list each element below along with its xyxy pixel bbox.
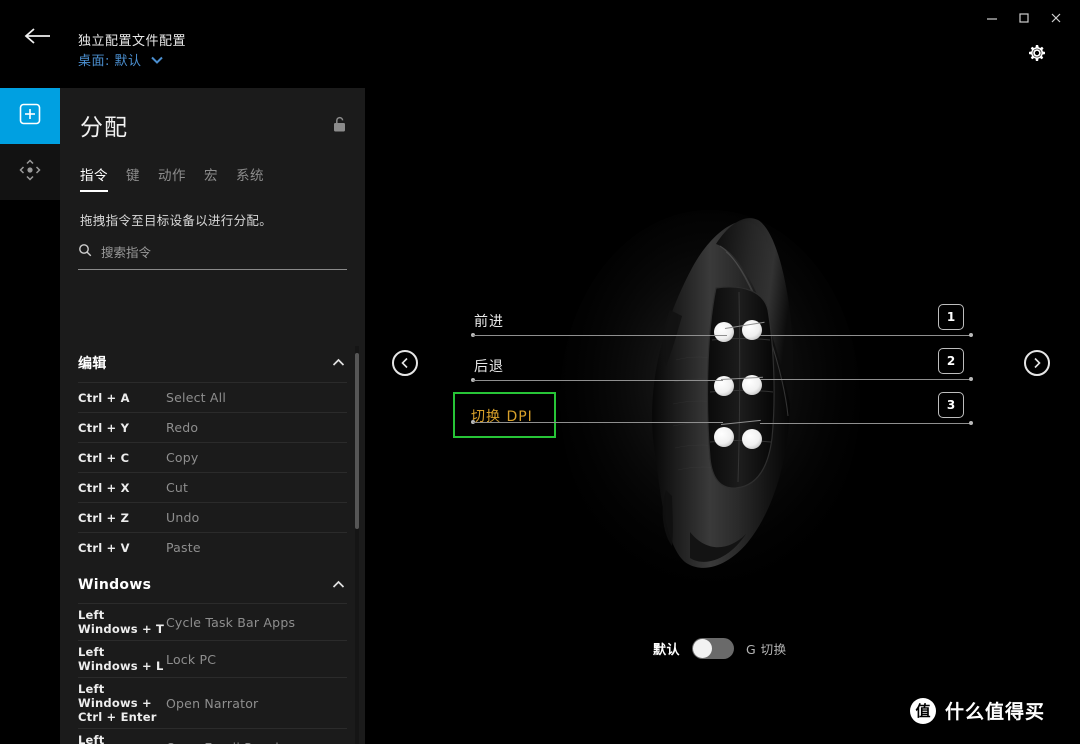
callout-label: 前进 [474,314,504,330]
panel-header: 分配 [60,88,365,142]
watermark-text: 什么值得买 [945,701,1046,723]
shortcut-action: Paste [166,540,201,555]
list-item[interactable]: Ctrl + C Copy [78,442,347,472]
callout-line [473,380,723,381]
g-shift-toggle-row: 默认 G 切换 [653,638,787,659]
list-item[interactable]: Ctrl + X Cut [78,472,347,502]
icon-rail [0,88,60,200]
toggle-default-label: 默认 [653,643,681,658]
group-header-edit[interactable]: 编辑 [78,339,347,382]
shortcut-key: Ctrl + X [78,480,130,495]
panel-title: 分配 [80,115,128,141]
shortcut-action: Lock PC [166,651,217,667]
list-item[interactable]: Left Windows + Ctrl + Enter Open Narrato… [78,677,347,728]
shortcut-action: Redo [166,420,199,435]
dpi-crosshair-icon [16,156,44,189]
search-icon [78,243,92,262]
shortcut-action: Cut [166,480,189,495]
tab-keys[interactable]: 键 [126,164,140,192]
g-shift-toggle[interactable] [692,638,735,659]
shortcut-action: Open Narrator [166,695,259,711]
callout-line [760,335,972,336]
shortcut-action: Copy [166,450,199,465]
shortcut-action: Undo [166,510,200,525]
list-item[interactable]: Left Windows + L Lock PC [78,640,347,677]
search-input[interactable] [101,245,347,260]
callout-label: 切换 DPI [471,409,533,425]
callout-dot [969,421,973,425]
callout-label: 后退 [474,359,504,375]
shortcut-action: Select All [166,390,227,405]
list-item[interactable]: Ctrl + Y Redo [78,412,347,442]
chevron-right-circle-icon[interactable] [1024,350,1050,376]
callout-line [473,422,723,423]
callout-dot [969,333,973,337]
unlocked-padlock-icon[interactable] [332,116,347,138]
chevron-left-circle-icon[interactable] [392,350,418,376]
watermark: 值 什么值得买 [910,697,1045,724]
shortcut-key: Left Windows + L [78,645,164,673]
page-title: 独立配置文件配置 [78,34,187,49]
profile-label: 桌面: 默认 [78,53,142,69]
chevron-up-icon [332,354,345,372]
panel-tabs: 指令 键 动作 宏 系统 [60,142,365,192]
shortcut-key: Ctrl + V [78,540,130,555]
tab-system[interactable]: 系统 [236,164,264,192]
chevron-down-icon [150,52,164,70]
callout-number-badge: 1 [938,304,964,330]
shortcut-action: Open Emoji Panel [166,740,279,744]
device-stage: 前进 后退 切换 DPI 1 2 3 默认 G 切换 [365,0,1080,744]
list-item[interactable]: Left Windows + T Cycle Task Bar Apps [78,603,347,640]
tab-actions[interactable]: 动作 [158,164,186,192]
shortcut-key: Ctrl + Y [78,420,130,435]
list-item[interactable]: Ctrl + V Paste [78,532,347,562]
list-item[interactable]: Left Windows + . Open Emoji Panel [78,728,347,744]
callout-line [473,335,727,336]
sidebar-item-dpi-sensitivity[interactable] [0,144,60,200]
callout-number-badge: 3 [938,392,964,418]
commands-list: 编辑 Ctrl + A Select All Ctrl + Y Redo Ctr… [60,339,365,744]
group-title: Windows [78,577,152,593]
assignments-panel: 分配 指令 键 动作 宏 系统 拖拽指令至目标设备以进行分配。 搜索指令 编辑 … [60,88,365,744]
callout-dot [969,377,973,381]
shortcut-key: Left Windows + . [78,733,105,744]
tab-commands[interactable]: 指令 [80,164,108,192]
shortcut-key: Left Windows + T [78,608,165,636]
profile-selector[interactable]: 桌面: 默认 [78,52,186,70]
watermark-badge: 值 [910,697,936,724]
list-item[interactable]: Ctrl + Z Undo [78,502,347,532]
shortcut-key: Left Windows + Ctrl + Enter [78,682,157,724]
app-window: 独立配置文件配置 桌面: 默认 分配 指令 键 动作 宏 系统 拖拽指令至目标设… [0,0,1080,744]
sidebar-item-add-assignment[interactable] [0,88,60,144]
search-row [78,243,347,270]
drag-hint-text: 拖拽指令至目标设备以进行分配。 [80,213,273,228]
shortcut-key: Ctrl + Z [78,510,130,525]
toggle-gshift-label: G 切换 [746,642,787,657]
shortcut-key: Ctrl + C [78,450,130,465]
toggle-knob [693,639,713,658]
shortcut-action: Cycle Task Bar Apps [166,614,296,630]
group-header-windows[interactable]: Windows [78,562,347,603]
group-title: 编辑 [78,356,107,372]
shortcut-key: Ctrl + A [78,390,130,405]
tab-macros[interactable]: 宏 [204,164,218,192]
callout-line [760,379,972,380]
chevron-up-icon [332,576,345,594]
callout-number-badge: 2 [938,348,964,374]
callout-line [760,423,972,424]
header-titleblock: 独立配置文件配置 桌面: 默认 [78,33,186,70]
list-item[interactable]: Ctrl + A Select All [78,382,347,412]
plus-in-square-icon [17,101,43,132]
back-arrow-icon[interactable] [16,14,60,58]
